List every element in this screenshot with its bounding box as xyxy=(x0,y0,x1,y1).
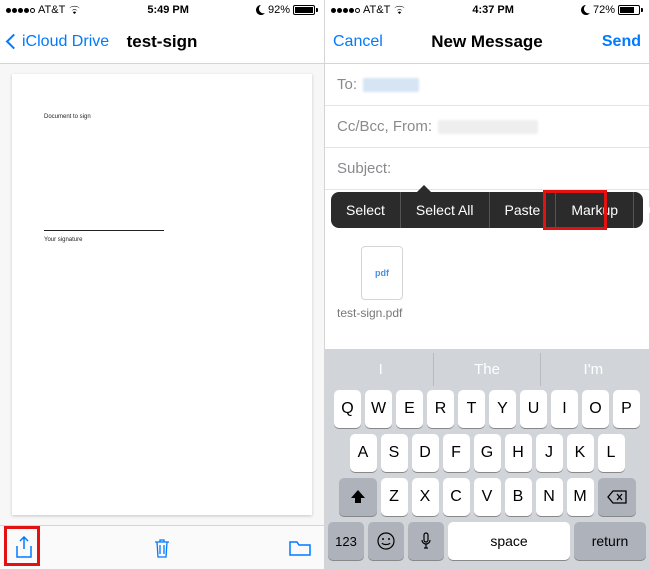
trash-button[interactable] xyxy=(150,536,174,560)
key-g[interactable]: G xyxy=(474,434,501,472)
signal-dots-icon xyxy=(6,8,35,13)
send-button[interactable]: Send xyxy=(551,33,641,51)
wifi-icon xyxy=(393,5,406,15)
key-b[interactable]: B xyxy=(505,478,532,516)
moon-icon xyxy=(580,5,590,15)
pred-1[interactable]: I xyxy=(328,353,434,386)
battery-icon xyxy=(293,5,318,15)
to-field[interactable]: To: xyxy=(325,64,649,106)
triangle-right-icon xyxy=(646,205,650,215)
ctx-select[interactable]: Select xyxy=(331,192,401,228)
key-f[interactable]: F xyxy=(443,434,470,472)
phone-left: AT&T 5:49 PM 92% iCloud Drive test-sign … xyxy=(0,0,325,569)
key-c[interactable]: C xyxy=(443,478,470,516)
signature-line xyxy=(44,230,164,231)
key-j[interactable]: J xyxy=(536,434,563,472)
key-z[interactable]: Z xyxy=(381,478,408,516)
key-d[interactable]: D xyxy=(412,434,439,472)
battery-icon xyxy=(618,5,643,15)
key-k[interactable]: K xyxy=(567,434,594,472)
key-l[interactable]: L xyxy=(598,434,625,472)
attachment-name: test-sign.pdf xyxy=(337,306,637,320)
doc-heading: Document to sign xyxy=(44,114,280,120)
key-u[interactable]: U xyxy=(520,390,547,428)
status-bar: AT&T 5:49 PM 92% xyxy=(0,0,324,20)
prediction-bar: I The I'm xyxy=(328,353,646,386)
mic-key[interactable] xyxy=(408,522,444,560)
shift-key[interactable] xyxy=(339,478,377,516)
ccbcc-field[interactable]: Cc/Bcc, From: xyxy=(325,106,649,148)
highlight-share xyxy=(4,526,40,566)
ctx-more-arrow[interactable] xyxy=(634,192,650,228)
carrier-label: AT&T xyxy=(363,4,390,16)
key-q[interactable]: Q xyxy=(334,390,361,428)
key-m[interactable]: M xyxy=(567,478,594,516)
attachment-pdf-icon[interactable]: pdf xyxy=(361,246,403,300)
clock: 5:49 PM xyxy=(147,4,189,16)
return-key[interactable]: return xyxy=(574,522,646,560)
key-t[interactable]: T xyxy=(458,390,485,428)
key-e[interactable]: E xyxy=(396,390,423,428)
key-o[interactable]: O xyxy=(582,390,609,428)
highlight-markup xyxy=(543,190,607,230)
folder-button[interactable] xyxy=(288,536,312,560)
shift-icon xyxy=(350,489,366,505)
key-a[interactable]: A xyxy=(350,434,377,472)
clock: 4:37 PM xyxy=(472,4,514,16)
compose-area: To: Cc/Bcc, From: Subject: Select Select… xyxy=(325,64,649,569)
chevron-left-icon xyxy=(6,34,22,50)
cancel-button[interactable]: Cancel xyxy=(333,33,423,51)
menu-tail-icon xyxy=(417,185,431,192)
carrier-label: AT&T xyxy=(38,4,65,16)
key-x[interactable]: X xyxy=(412,478,439,516)
pred-2[interactable]: The xyxy=(434,353,540,386)
key-r[interactable]: R xyxy=(427,390,454,428)
emoji-icon xyxy=(377,532,395,550)
key-v[interactable]: V xyxy=(474,478,501,516)
wifi-icon xyxy=(68,5,81,15)
status-bar: AT&T 4:37 PM 72% xyxy=(325,0,649,20)
key-n[interactable]: N xyxy=(536,478,563,516)
signature-label: Your signature xyxy=(44,237,280,243)
key-s[interactable]: S xyxy=(381,434,408,472)
numbers-key[interactable]: 123 xyxy=(328,522,364,560)
ctx-select-all[interactable]: Select All xyxy=(401,192,490,228)
document-preview[interactable]: Document to sign Your signature xyxy=(0,64,324,525)
backspace-icon xyxy=(607,490,627,504)
key-h[interactable]: H xyxy=(505,434,532,472)
key-i[interactable]: I xyxy=(551,390,578,428)
key-w[interactable]: W xyxy=(365,390,392,428)
battery-pct: 72% xyxy=(593,4,615,16)
emoji-key[interactable] xyxy=(368,522,404,560)
backspace-key[interactable] xyxy=(598,478,636,516)
key-y[interactable]: Y xyxy=(489,390,516,428)
moon-icon xyxy=(255,5,265,15)
phone-right: AT&T 4:37 PM 72% Cancel New Message Send… xyxy=(325,0,650,569)
subject-field[interactable]: Subject: xyxy=(325,148,649,190)
mic-icon xyxy=(420,532,432,550)
document-page: Document to sign Your signature xyxy=(12,74,312,515)
signal-dots-icon xyxy=(331,8,360,13)
keyboard: I The I'm QWERTYUIOP ASDFGHJKL ZXCVBNM 1… xyxy=(325,349,649,569)
nav-bar: Cancel New Message Send xyxy=(325,20,649,64)
battery-pct: 92% xyxy=(268,4,290,16)
bottom-toolbar xyxy=(0,525,324,569)
space-key[interactable]: space xyxy=(448,522,570,560)
back-button[interactable]: iCloud Drive xyxy=(8,33,109,51)
pred-3[interactable]: I'm xyxy=(541,353,646,386)
nav-bar: iCloud Drive test-sign xyxy=(0,20,324,64)
key-p[interactable]: P xyxy=(613,390,640,428)
